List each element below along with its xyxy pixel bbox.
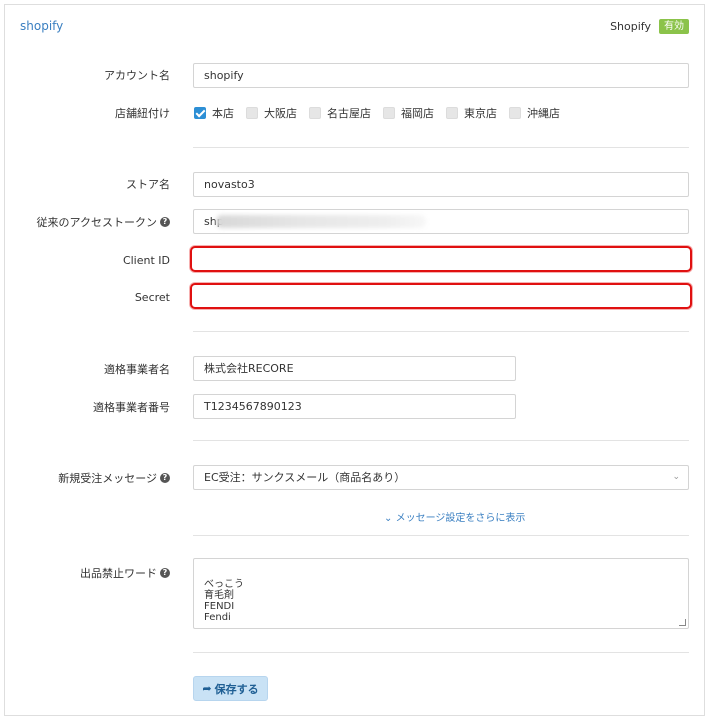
checkbox[interactable] — [446, 107, 458, 119]
panel-title: shopify — [20, 19, 64, 33]
store-option-tokyo[interactable]: 東京店 — [446, 105, 497, 121]
store-checkbox-group: 本店 大阪店 名古屋店 福岡店 東京店 沖縄店 — [194, 105, 572, 121]
client-id-input[interactable] — [190, 246, 692, 272]
qualified-business-name-input[interactable]: 株式会社RECORE — [193, 356, 516, 381]
checkbox[interactable] — [309, 107, 321, 119]
secret-input[interactable] — [190, 283, 692, 309]
store-option-fukuoka[interactable]: 福岡店 — [383, 105, 434, 121]
qualified-business-number-label: 適格事業者番号 — [93, 401, 170, 414]
resize-handle[interactable] — [679, 619, 686, 626]
store-option-okinawa[interactable]: 沖縄店 — [509, 105, 560, 121]
checkbox-checked[interactable] — [194, 107, 206, 119]
qualified-business-number-input[interactable]: T1234567890123 — [193, 394, 516, 419]
account-name-input[interactable]: shopify — [193, 63, 689, 88]
store-name-input[interactable]: novasto3 — [193, 172, 689, 197]
qualified-business-name-label: 適格事業者名 — [104, 363, 170, 376]
help-icon[interactable]: ? — [160, 473, 170, 483]
new-order-message-label: 新規受注メッセージ ? — [4, 471, 170, 485]
help-icon[interactable]: ? — [160, 217, 170, 227]
section-divider — [193, 652, 689, 653]
prohibited-words-label: 出品禁止ワード ? — [4, 566, 170, 580]
section-divider — [193, 147, 689, 148]
store-option-osaka[interactable]: 大阪店 — [246, 105, 297, 121]
store-option-nagoya[interactable]: 名古屋店 — [309, 105, 371, 121]
checkbox[interactable] — [509, 107, 521, 119]
show-more-messages-link[interactable]: ⌄ メッセージ設定をさらに表示 — [384, 509, 525, 524]
legacy-token-label: 従来のアクセストークン ? — [4, 215, 170, 229]
store-link-label: 店舗紐付け — [115, 107, 170, 120]
checkbox[interactable] — [246, 107, 258, 119]
secret-label: Secret — [134, 290, 170, 304]
section-divider — [193, 535, 689, 536]
legacy-token-input[interactable]: shp — [193, 209, 689, 234]
chevron-down-icon: ⌄ — [672, 472, 680, 482]
share-arrow-icon: ➦ — [202, 682, 212, 695]
store-option-honten[interactable]: 本店 — [194, 105, 234, 121]
account-name-label: アカウント名 — [104, 69, 170, 82]
status-badge: 有効 — [659, 19, 689, 34]
client-id-label: Client ID — [122, 253, 170, 267]
masked-token — [216, 215, 426, 228]
header-status: Shopify 有効 — [610, 19, 689, 34]
chevron-down-icon: ⌄ — [384, 513, 393, 524]
checkbox[interactable] — [383, 107, 395, 119]
service-name: Shopify — [610, 20, 651, 33]
section-divider — [193, 440, 689, 441]
prohibited-words-textarea[interactable]: べっこう 育毛剤 FENDI Fendi — [193, 558, 689, 629]
help-icon[interactable]: ? — [160, 568, 170, 578]
save-button[interactable]: ➦ 保存する — [193, 676, 268, 701]
new-order-message-select[interactable]: EC受注：サンクスメール（商品名あり） ⌄ — [193, 465, 689, 490]
section-divider — [193, 331, 689, 332]
store-name-label: ストア名 — [126, 178, 170, 191]
